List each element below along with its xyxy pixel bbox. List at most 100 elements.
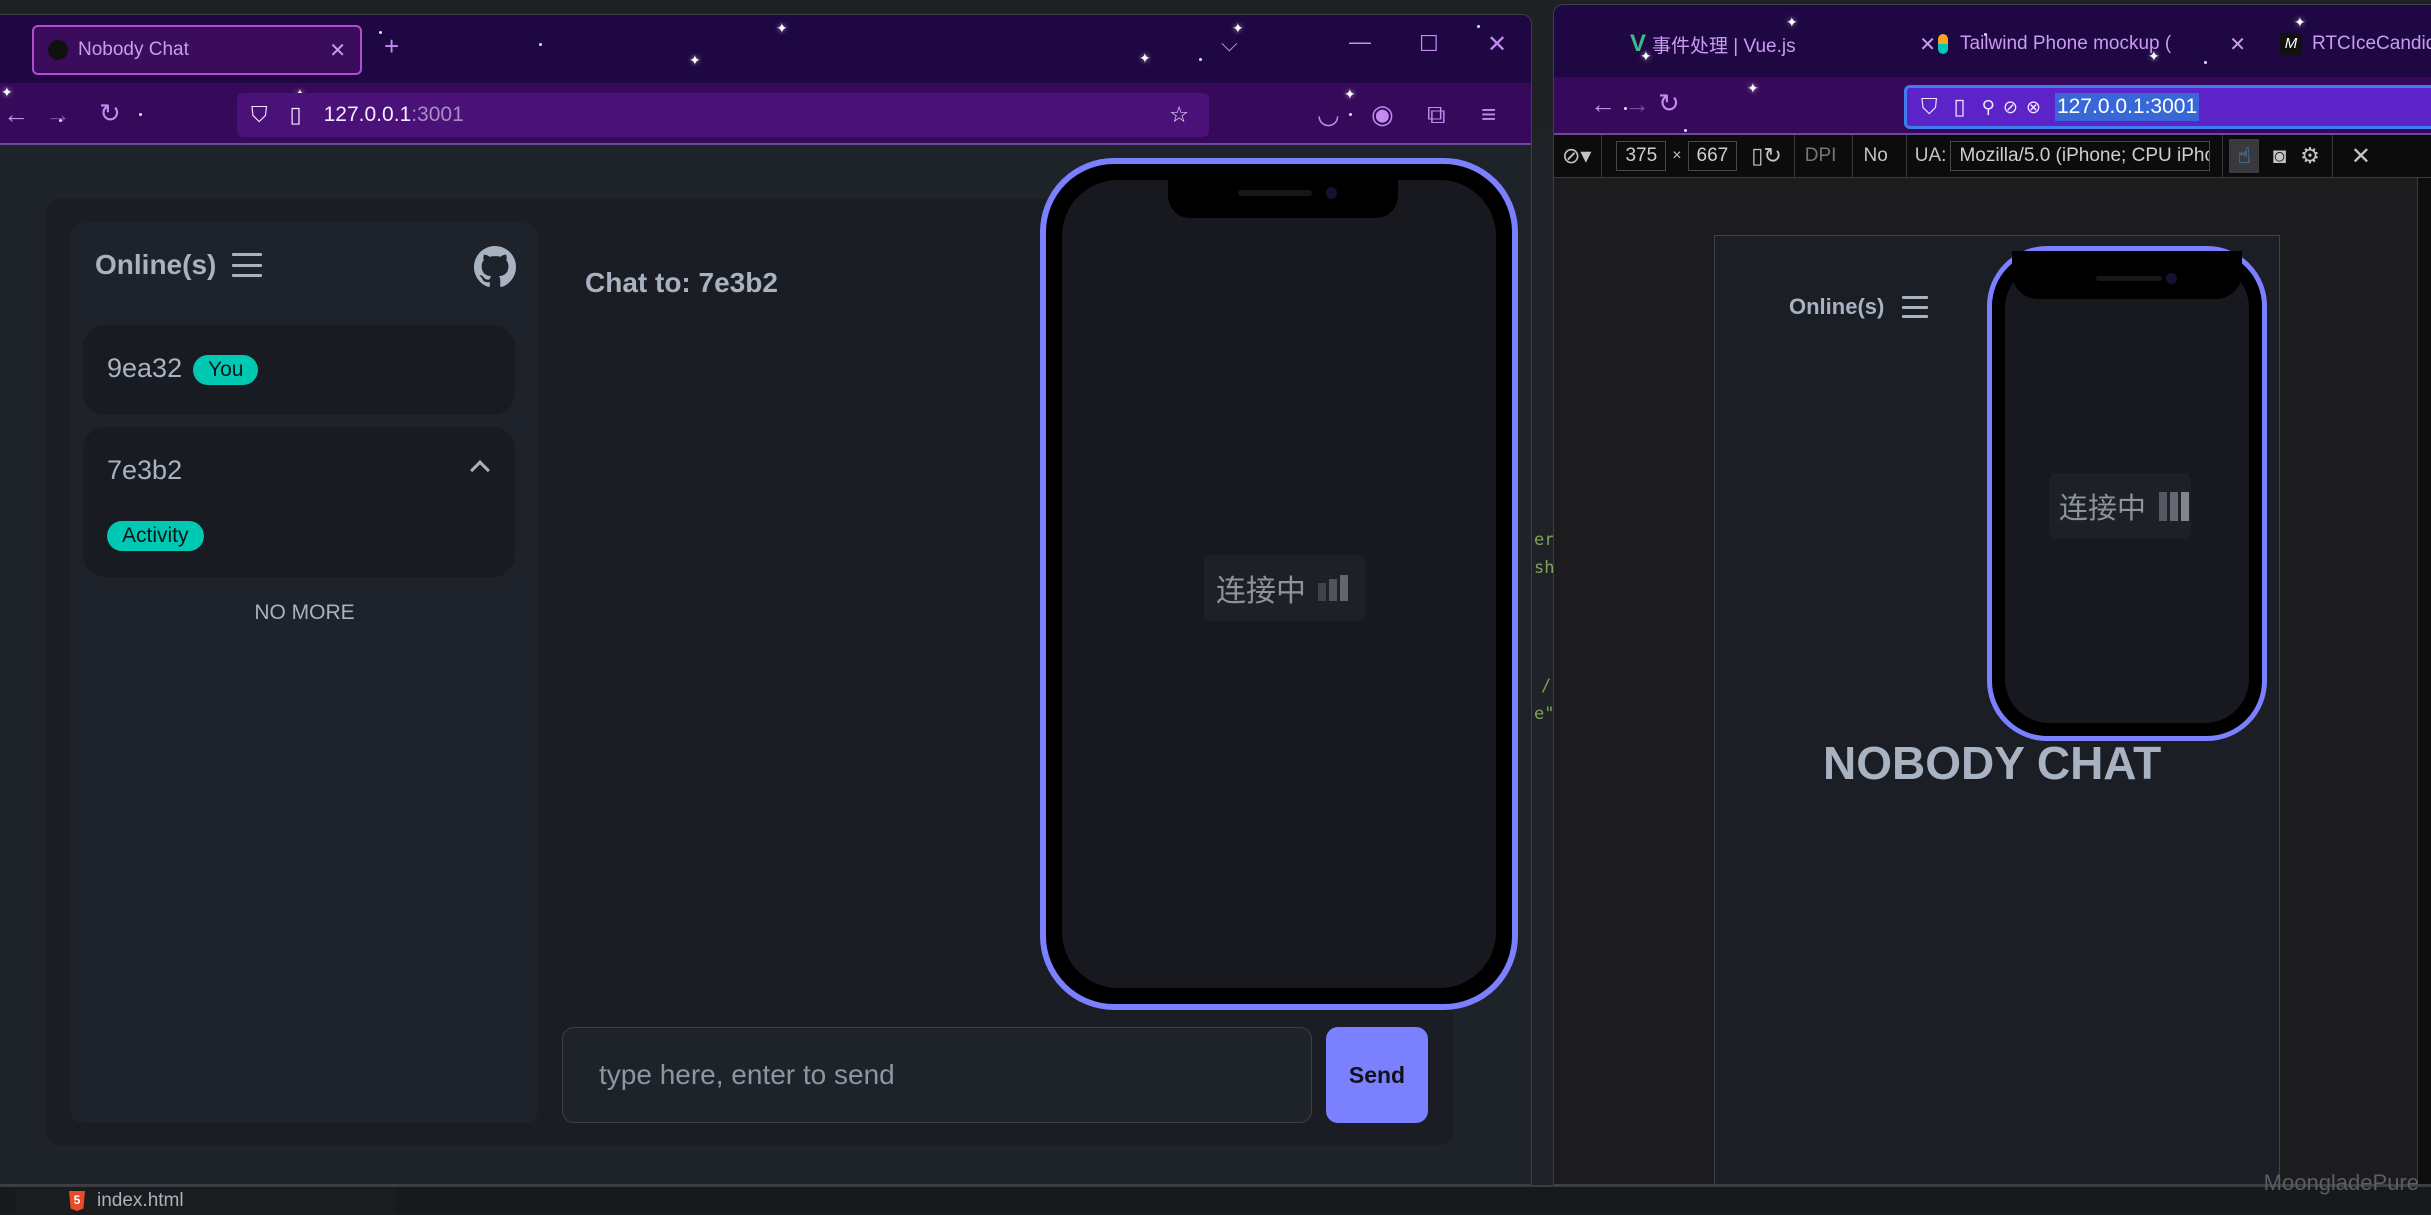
code-fragment: / [1541,676,1552,696]
extensions-icon[interactable]: ⧉ [1427,101,1446,127]
code-fragment: e" [1534,704,1555,724]
reload-icon[interactable]: ↻ [1658,90,1680,116]
throttling-select[interactable]: No [1863,145,1887,167]
connecting-status: 连接中 [1204,555,1366,621]
sidebar-title: Online(s) [1789,294,1885,319]
left-browser-window: ✦ ✦ ✦ ✦ ✦ Nobody Chat ✕ + ⌵ — ☐ ✕ ✦ ✦ ✦ … [0,14,1532,1185]
tab-tailwind-phone[interactable]: Tailwind Phone mockup ( ✕ [1932,19,2262,69]
you-badge: You [193,355,259,385]
url-port: :3001 [411,103,464,126]
touch-simulation-icon[interactable]: ☝ [2229,139,2259,173]
tab-strip: ✦ ✦ ✦ ✦ V 事件处理 | Vue.js ✕ Tailwind Phone… [1554,5,2431,77]
ua-label: UA: [1914,145,1947,166]
online-users-sidebar: Online(s) 9ea32 You 7e3b2 Activity NO MO… [71,223,538,1123]
watermark: MoongladePure [2263,1170,2419,1195]
responsive-design-toolbar: ⊘▾ 375 × 667 ▯↻ DPI No UA: Mozilla/5.0 (… [1554,134,2431,178]
account-icon[interactable]: ◉ [1371,101,1394,127]
user-id: 7e3b2 [107,455,183,485]
close-rdm-icon[interactable]: ✕ [2351,142,2371,171]
tab-rtc-ice-candidate[interactable]: M RTCIceCandidate: [2274,19,2431,69]
tailwind-icon [1938,34,1948,54]
code-fragment: er [1534,530,1555,550]
screenshot-icon[interactable]: ◙ [2273,143,2286,169]
address-bar[interactable]: ⛉ ▯ ⚲ ⊘ ⊗ 127.0.0.1:3001 [1904,85,2431,129]
device-frame: Online(s) NOBODY CHAT 连接中 [1714,235,2280,1184]
mic-blocked-icon[interactable]: ⊗ [2026,97,2041,118]
close-tab-icon[interactable]: ✕ [329,38,346,63]
close-window-button[interactable]: ✕ [1487,33,1507,57]
phone-notch [1168,164,1398,218]
forward-icon[interactable]: → [45,101,71,127]
camera-blocked-icon[interactable]: ⊘ [2003,97,2018,118]
sidebar-title: Online(s) [95,249,217,280]
camera-icon [1326,187,1337,199]
html5-file-icon: 5 [69,1191,85,1211]
dpi-select[interactable]: DPI [1805,145,1837,167]
phone-mockup: 连接中 [1040,158,1518,1010]
github-icon[interactable] [474,246,516,288]
sidebar-header: Online(s) [1789,294,1929,320]
user-agent-input[interactable]: Mozilla/5.0 (iPhone; CPU iPho [1950,141,2211,171]
phone-notch [2012,251,2242,299]
file-name: index.html [97,1190,184,1211]
dimension-separator: × [1672,147,1682,164]
sidebar-header: Online(s) [95,249,263,281]
tab-list-chevron-icon[interactable]: ⌵ [1221,33,1238,55]
no-more-label: NO MORE [254,601,355,624]
star-icon[interactable]: ☆ [1169,102,1189,128]
editor-tab-index-html[interactable]: 5 index.html [15,1187,395,1215]
pocket-icon[interactable]: ◡ [1317,101,1340,127]
user-card-self[interactable]: 9ea32 You [83,325,515,415]
connecting-label: 连接中 [2059,493,2147,525]
speaker-icon [1238,190,1312,196]
viewport-height-input[interactable]: 667 [1687,141,1738,171]
tab-nobody-chat[interactable]: Nobody Chat ✕ [32,25,362,75]
maximize-button[interactable]: ☐ [1419,33,1439,55]
tab-vue-events[interactable]: V 事件处理 | Vue.js ✕ [1630,19,1950,69]
app-heading: NOBODY CHAT [1823,737,2162,789]
signal-bars-icon [1318,575,1348,601]
hamburger-menu-icon[interactable] [1902,296,1929,318]
activity-badge: Activity [107,521,204,551]
code-editor-strip: er sh / e" [1530,130,1554,1185]
phone-mockup: 连接中 [1987,246,2267,741]
responsive-viewport: Online(s) NOBODY CHAT 连接中 [1554,178,2431,1184]
connecting-label: 连接中 [1216,575,1306,608]
minimize-button[interactable]: — [1349,31,1371,53]
camera-icon [2166,273,2177,284]
shield-icon[interactable]: ⛉ [251,102,268,128]
editor-tab-strip: 5 index.html [0,1185,2431,1215]
connecting-status: 连接中 [2049,473,2191,539]
user-card-peer[interactable]: 7e3b2 Activity [83,427,515,577]
shield-icon[interactable]: ⛉ [1921,94,1938,120]
tab-title: Tailwind Phone mockup ( [1960,33,2172,54]
close-tab-icon[interactable]: ✕ [2229,32,2246,57]
chevron-up-icon[interactable] [470,460,490,480]
viewport-width-input[interactable]: 375 [1616,141,1667,171]
devtools-side-strip [2417,178,2431,1184]
mdn-icon: M [2280,33,2302,55]
device-selector-icon[interactable]: ⊘▾ [1562,143,1591,169]
send-button[interactable]: Send [1326,1027,1428,1123]
menu-icon[interactable]: ≡ [1481,101,1496,127]
permissions-icon[interactable]: ⚲ [1982,97,1995,118]
new-tab-button[interactable]: + [384,33,399,59]
url-host: 127.0.0.1 [323,103,412,126]
url-text[interactable]: 127.0.0.1:3001 [2055,93,2200,121]
tab-title: RTCIceCandidate: [2312,33,2431,54]
forward-icon[interactable]: → [1624,91,1650,117]
rotate-device-icon[interactable]: ▯↻ [1751,143,1782,169]
chat-bubble-heart-icon [48,40,68,60]
tab-title: 事件处理 | Vue.js [1652,35,1796,57]
back-icon[interactable]: ← [1590,91,1616,117]
settings-gear-icon[interactable]: ⚙ [2300,143,2320,169]
back-icon[interactable]: ← [3,101,29,127]
message-input[interactable] [562,1027,1312,1123]
address-bar[interactable]: ⛉ ▯ 127.0.0.1 :3001 ☆ [237,93,1209,137]
page-icon[interactable]: ▯ [290,102,302,128]
chat-title: Chat to: 7e3b2 [585,267,778,298]
speaker-icon [2096,276,2162,281]
hamburger-menu-icon[interactable] [232,253,263,277]
reload-icon[interactable]: ↻ [99,100,121,126]
page-icon[interactable]: ▯ [1954,94,1966,120]
